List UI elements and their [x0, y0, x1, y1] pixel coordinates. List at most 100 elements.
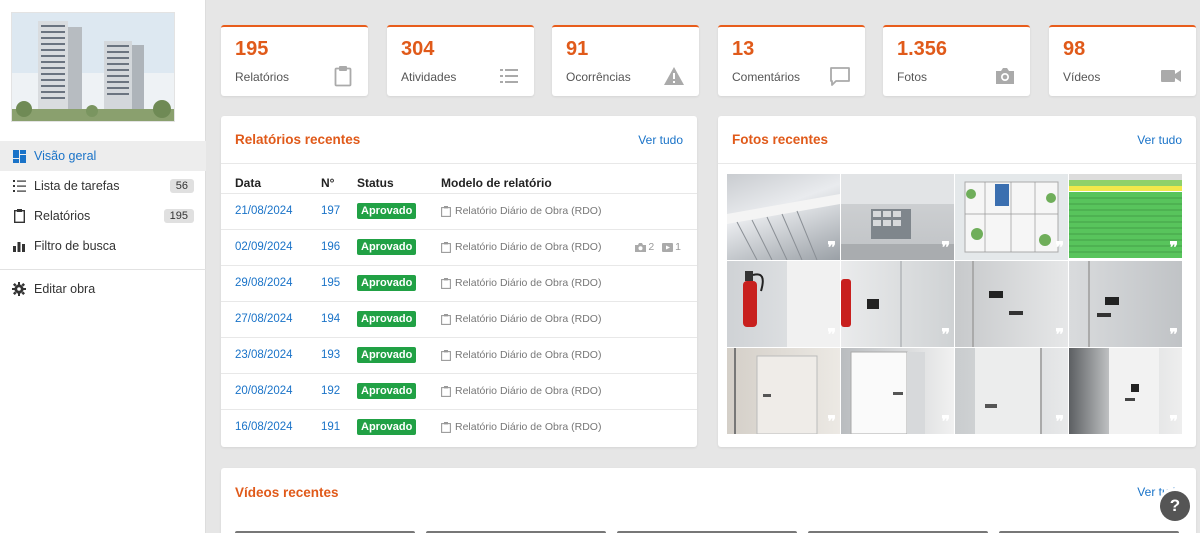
photo-thumbnail[interactable]: ❞: [841, 261, 954, 347]
report-number-link[interactable]: 194: [321, 313, 340, 325]
stat-value: 1.356: [897, 38, 948, 60]
see-all-photos-link[interactable]: Ver tudo: [1137, 133, 1182, 147]
status-badge: Aprovado: [357, 239, 417, 255]
stat-label: Comentários: [732, 70, 801, 84]
panel-title: Relatórios recentes: [235, 132, 361, 147]
photo-thumbnail[interactable]: ❞: [727, 261, 840, 347]
sidebar-item-editar-obra[interactable]: Editar obra: [0, 274, 206, 304]
recent-videos-panel: Vídeos recentes Ver tudo: [221, 468, 1196, 533]
clipboard-icon: [441, 385, 451, 397]
clipboard-icon: [12, 209, 26, 223]
video-icon: [662, 242, 674, 252]
divider: [0, 269, 206, 270]
report-model: Relatório Diário de Obra (RDO): [441, 205, 601, 217]
comment-quote-icon: ❞: [941, 325, 950, 344]
stat-card-videos[interactable]: 98 Vídeos: [1049, 25, 1196, 96]
report-date-link[interactable]: 29/08/2024: [235, 277, 293, 289]
table-row[interactable]: 23/08/2024 193 Aprovado Relatório Diário…: [221, 337, 697, 373]
stat-value: 91: [566, 38, 589, 60]
table-row[interactable]: 20/08/2024 192 Aprovado Relatório Diário…: [221, 373, 697, 409]
see-all-reports-link[interactable]: Ver tudo: [638, 133, 683, 147]
count-badge: 56: [169, 179, 194, 193]
column-header-date[interactable]: Data: [235, 176, 261, 190]
photo-thumbnail[interactable]: ❞: [727, 348, 840, 434]
report-model-text: Relatório Diário de Obra (RDO): [455, 421, 602, 433]
comment-quote-icon: ❞: [941, 238, 950, 257]
stat-card-atividades[interactable]: 304 Atividades: [387, 25, 534, 96]
photo-thumbnail[interactable]: ❞: [955, 261, 1068, 347]
table-row[interactable]: 27/08/2024 194 Aprovado Relatório Diário…: [221, 301, 697, 337]
report-date-link[interactable]: 02/09/2024: [235, 241, 293, 253]
warning-icon: [664, 67, 684, 85]
photo-thumbnail[interactable]: ❞: [1069, 261, 1182, 347]
report-model: Relatório Diário de Obra (RDO): [441, 385, 601, 397]
report-model-text: Relatório Diário de Obra (RDO): [455, 313, 602, 325]
stat-card-comentarios[interactable]: 13 Comentários: [718, 25, 865, 96]
recent-reports-panel: Relatórios recentes Ver tudo Data N° Sta…: [221, 116, 697, 447]
table-row[interactable]: 29/08/2024 195 Aprovado Relatório Diário…: [221, 265, 697, 301]
column-header-status[interactable]: Status: [357, 176, 394, 190]
stat-value: 304: [401, 38, 435, 60]
sidebar-item-label: Lista de tarefas: [34, 179, 120, 193]
comment-quote-icon: ❞: [1055, 325, 1064, 344]
report-model: Relatório Diário de Obra (RDO): [441, 349, 601, 361]
help-button[interactable]: ?: [1160, 491, 1190, 521]
column-header-model[interactable]: Modelo de relatório: [441, 176, 552, 190]
report-date-link[interactable]: 20/08/2024: [235, 385, 293, 397]
table-row[interactable]: 21/08/2024 197 Aprovado Relatório Diário…: [221, 193, 697, 229]
comment-quote-icon: ❞: [1169, 238, 1178, 257]
report-number-link[interactable]: 195: [321, 277, 340, 289]
comment-quote-icon: ❞: [1055, 238, 1064, 257]
report-date-link[interactable]: 27/08/2024: [235, 313, 293, 325]
video-count: 1: [662, 241, 681, 253]
photo-thumbnail[interactable]: ❞: [1069, 348, 1182, 434]
report-number-link[interactable]: 196: [321, 241, 340, 253]
stat-label: Ocorrências: [566, 70, 631, 84]
comment-quote-icon: ❞: [827, 412, 836, 431]
camera-icon: [635, 242, 647, 252]
column-header-number[interactable]: N°: [321, 176, 334, 190]
report-number-link[interactable]: 197: [321, 205, 340, 217]
clipboard-icon: [441, 313, 451, 325]
report-number-link[interactable]: 192: [321, 385, 340, 397]
clipboard-icon: [441, 205, 451, 217]
project-cover-image[interactable]: [11, 12, 175, 122]
report-number-link[interactable]: 191: [321, 421, 340, 433]
sidebar-item-visao-geral[interactable]: Visão geral: [0, 141, 206, 171]
report-date-link[interactable]: 23/08/2024: [235, 349, 293, 361]
report-model-text: Relatório Diário de Obra (RDO): [455, 277, 602, 289]
stat-value: 98: [1063, 38, 1086, 60]
table-row[interactable]: 16/08/2024 191 Aprovado Relatório Diário…: [221, 409, 697, 445]
clipboard-icon: [334, 66, 352, 87]
photo-thumbnail[interactable]: ❞: [841, 174, 954, 260]
status-badge: Aprovado: [357, 203, 417, 219]
photo-thumbnail[interactable]: ❞: [841, 348, 954, 434]
status-badge: Aprovado: [357, 383, 417, 399]
sidebar-item-filtro-de-busca[interactable]: Filtro de busca: [0, 231, 206, 261]
comment-quote-icon: ❞: [827, 238, 836, 257]
sidebar-item-lista-de-tarefas[interactable]: Lista de tarefas 56: [0, 171, 206, 201]
photo-thumbnail[interactable]: ❞: [727, 174, 840, 260]
stat-label: Fotos: [897, 70, 928, 84]
stat-card-ocorrencias[interactable]: 91 Ocorrências: [552, 25, 699, 96]
stat-label: Vídeos: [1063, 70, 1101, 84]
clipboard-icon: [441, 421, 451, 433]
photo-thumbnail[interactable]: ❞: [955, 174, 1068, 260]
stat-label: Atividades: [401, 70, 457, 84]
status-badge: Aprovado: [357, 275, 417, 291]
bar-chart-icon: [12, 239, 26, 253]
stat-card-fotos[interactable]: 1.356 Fotos: [883, 25, 1030, 96]
table-row[interactable]: 02/09/2024 196 Aprovado Relatório Diário…: [221, 229, 697, 265]
camera-icon: [996, 68, 1014, 84]
report-model: Relatório Diário de Obra (RDO): [441, 313, 601, 325]
photo-thumbnail[interactable]: ❞: [955, 348, 1068, 434]
report-date-link[interactable]: 21/08/2024: [235, 205, 293, 217]
report-number-link[interactable]: 193: [321, 349, 340, 361]
stat-card-relatorios[interactable]: 195 Relatórios: [221, 25, 368, 96]
panel-header: Fotos recentes Ver tudo: [718, 116, 1196, 164]
sidebar-item-label: Editar obra: [34, 282, 96, 296]
gear-icon: [12, 282, 26, 296]
photo-thumbnail[interactable]: ❞: [1069, 174, 1182, 260]
sidebar-item-relatorios[interactable]: Relatórios 195: [0, 201, 206, 231]
report-date-link[interactable]: 16/08/2024: [235, 421, 293, 433]
